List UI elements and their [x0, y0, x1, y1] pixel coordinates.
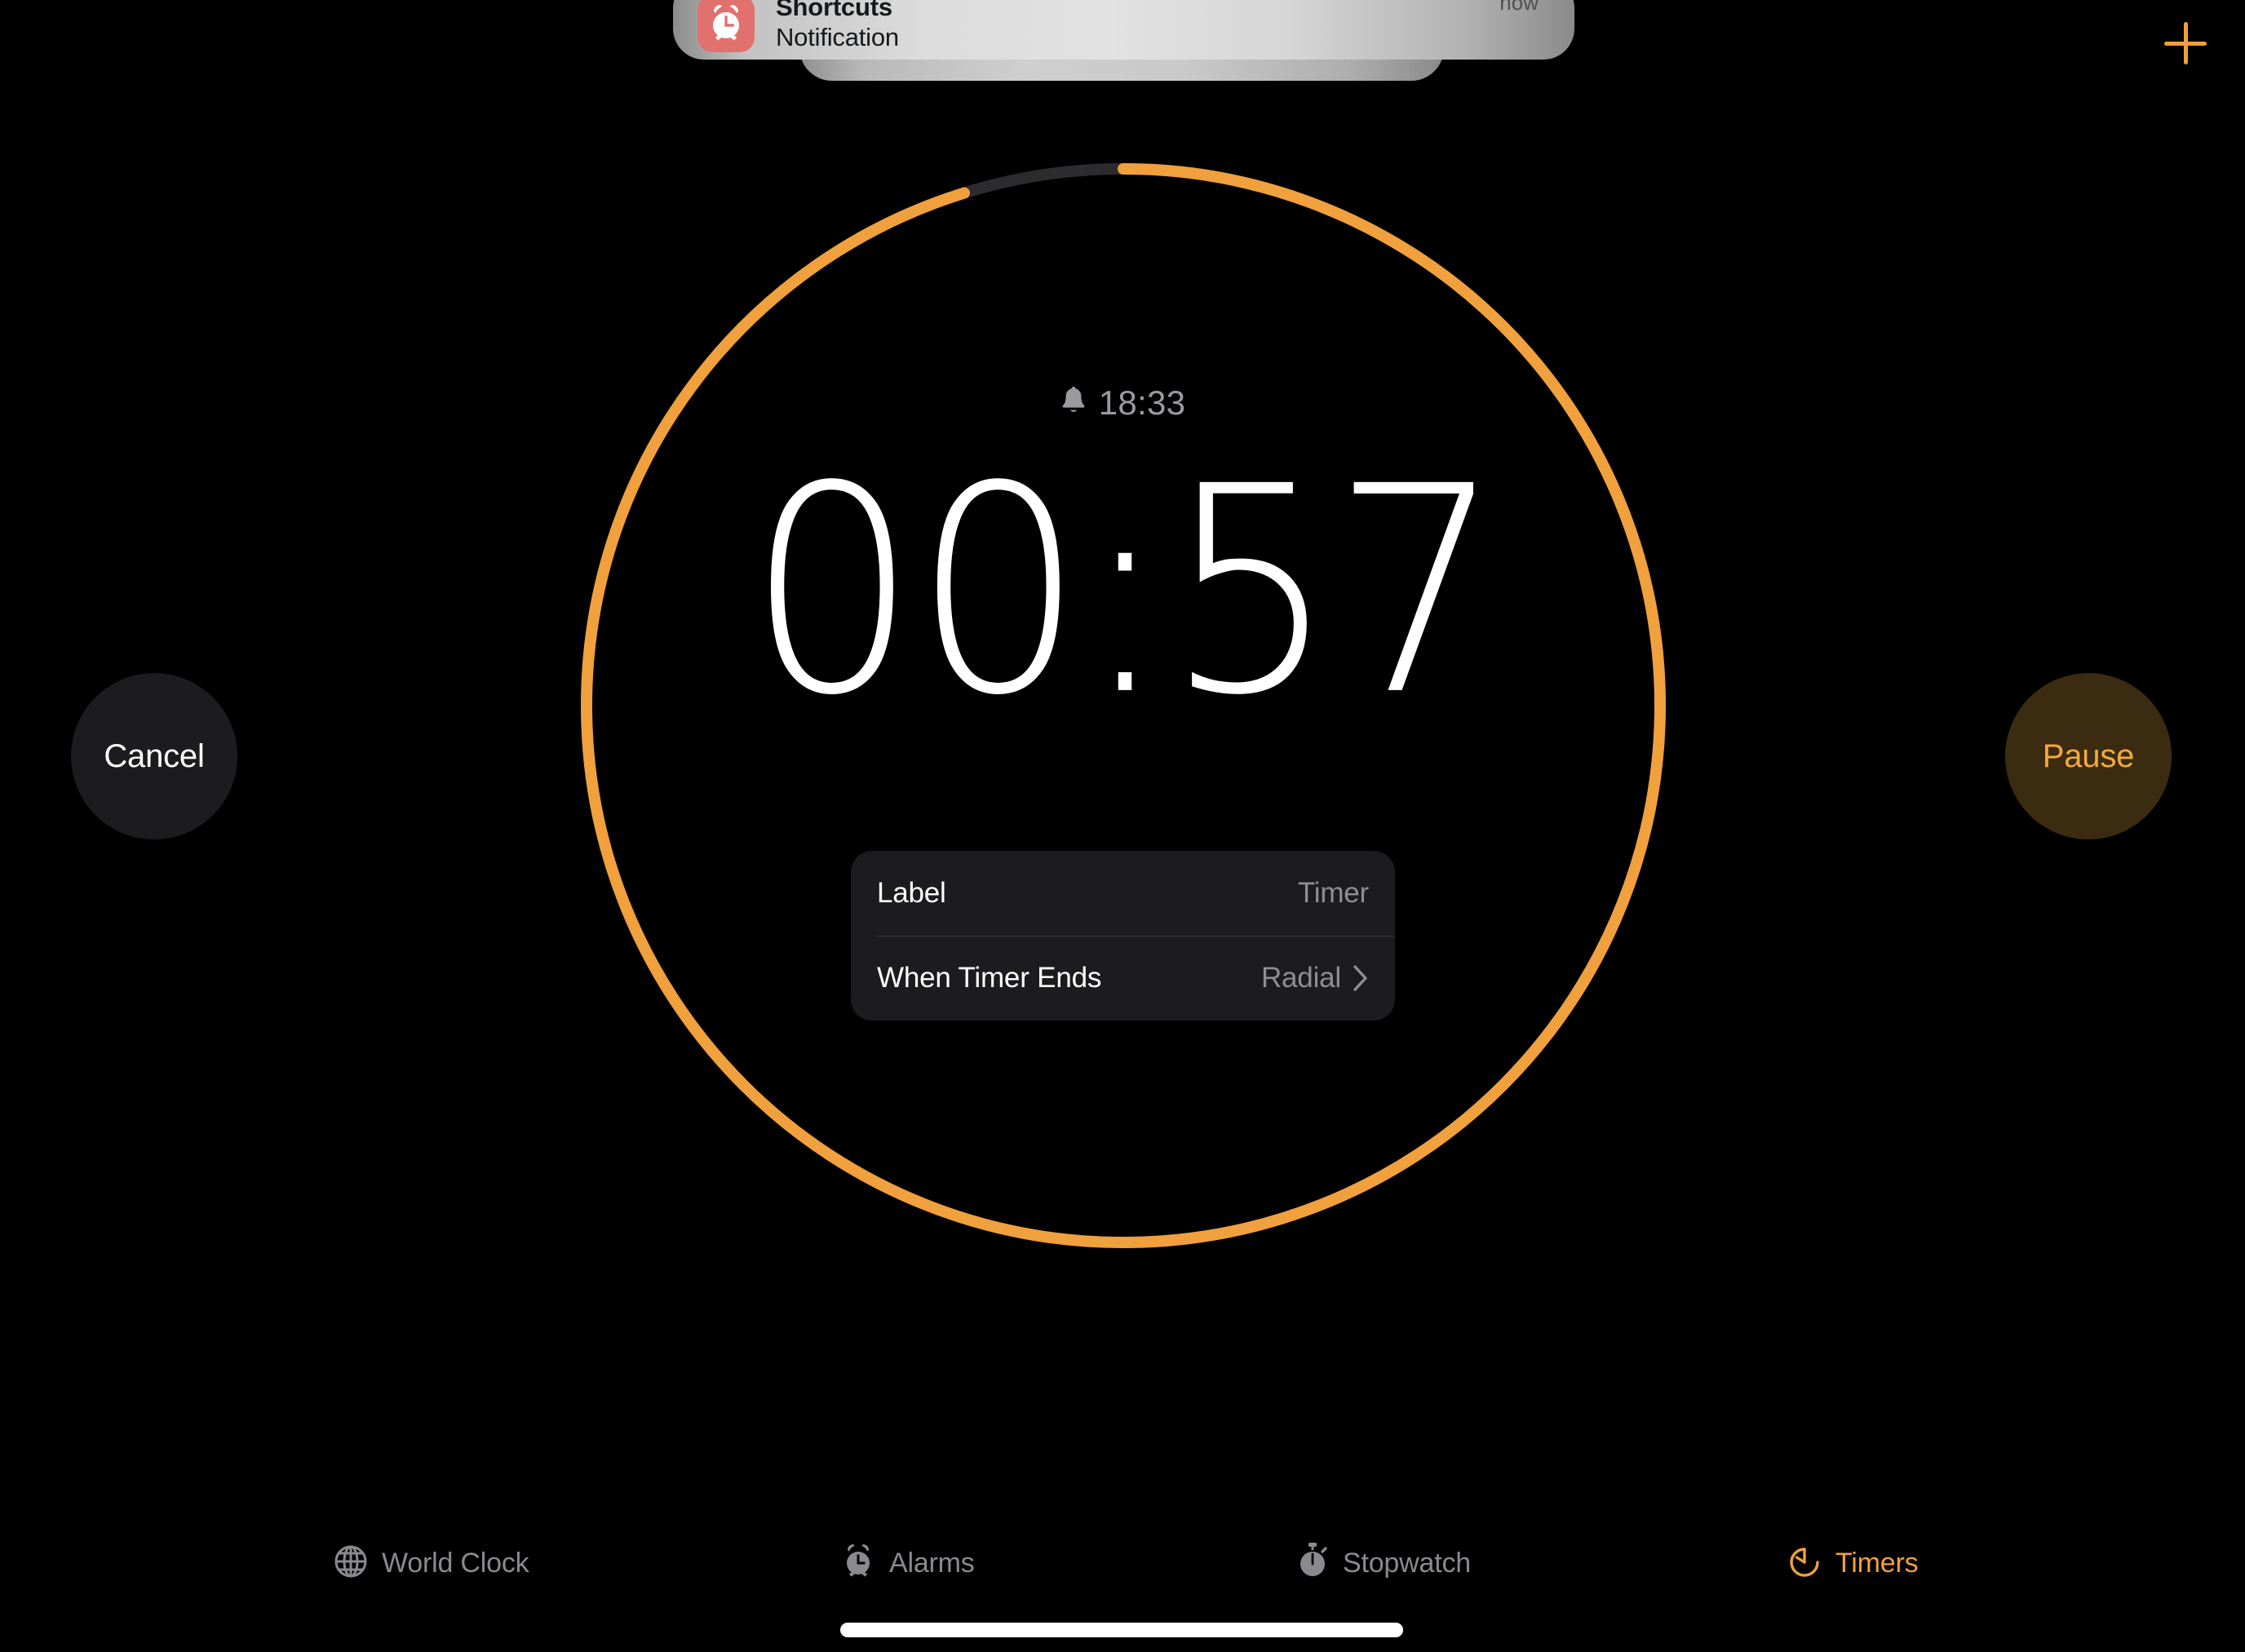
tab-world-clock-label: World Clock [382, 1547, 529, 1579]
pause-button[interactable]: Pause [2005, 673, 2172, 839]
bell-icon [1060, 386, 1087, 421]
pause-button-label: Pause [2042, 737, 2135, 774]
stopwatch-icon [1295, 1542, 1330, 1585]
when-timer-ends-title: When Timer Ends [877, 962, 1102, 994]
timer-settings-card: Label Timer When Timer Ends Radial [851, 851, 1395, 1021]
notification-title: Shortcuts [776, 0, 892, 21]
home-indicator[interactable] [840, 1623, 1403, 1637]
tab-world-clock[interactable]: World Clock [333, 1535, 529, 1592]
tab-timers[interactable]: Timers [1787, 1535, 1919, 1592]
notification-body: Notification [776, 22, 899, 51]
cancel-button-label: Cancel [104, 737, 205, 774]
timer-end-time: 18:33 [0, 383, 2245, 423]
countdown-display: 00:57 [746, 425, 1503, 758]
notification-banner[interactable]: Shortcuts Notification now [673, 0, 1574, 60]
add-timer-button[interactable] [2149, 7, 2222, 80]
when-timer-ends-value: Radial [1260, 962, 1341, 994]
label-input-value[interactable]: Timer [1298, 877, 1369, 910]
setting-row-when-timer-ends[interactable]: When Timer Ends Radial [851, 936, 1395, 1021]
cancel-button[interactable]: Cancel [71, 673, 237, 839]
clock-app-screen: Shortcuts Notification now 18:33 00:57 L… [0, 0, 2245, 1652]
notification-banner-stack[interactable]: Shortcuts Notification now [673, 0, 1574, 83]
plus-icon-vertical [2183, 22, 2188, 64]
tab-alarms[interactable]: Alarms [840, 1535, 975, 1592]
alarm-clock-icon [697, 0, 755, 52]
setting-label-title: Label [877, 877, 946, 909]
setting-row-label[interactable]: Label Timer [851, 851, 1395, 936]
chevron-right-icon [1353, 964, 1369, 992]
tab-timers-label: Timers [1835, 1547, 1919, 1579]
tab-alarms-label: Alarms [889, 1547, 975, 1579]
tab-stopwatch-label: Stopwatch [1343, 1547, 1471, 1579]
end-time-label: 18:33 [1098, 383, 1186, 422]
tab-bar: World Clock Alarms Stopwatch Timers [0, 1521, 2245, 1652]
alarm-clock-icon [840, 1543, 876, 1584]
globe-icon [333, 1543, 369, 1583]
timer-icon [1787, 1543, 1822, 1584]
tab-stopwatch[interactable]: Stopwatch [1295, 1535, 1471, 1592]
notification-timestamp: now [1499, 0, 1539, 15]
